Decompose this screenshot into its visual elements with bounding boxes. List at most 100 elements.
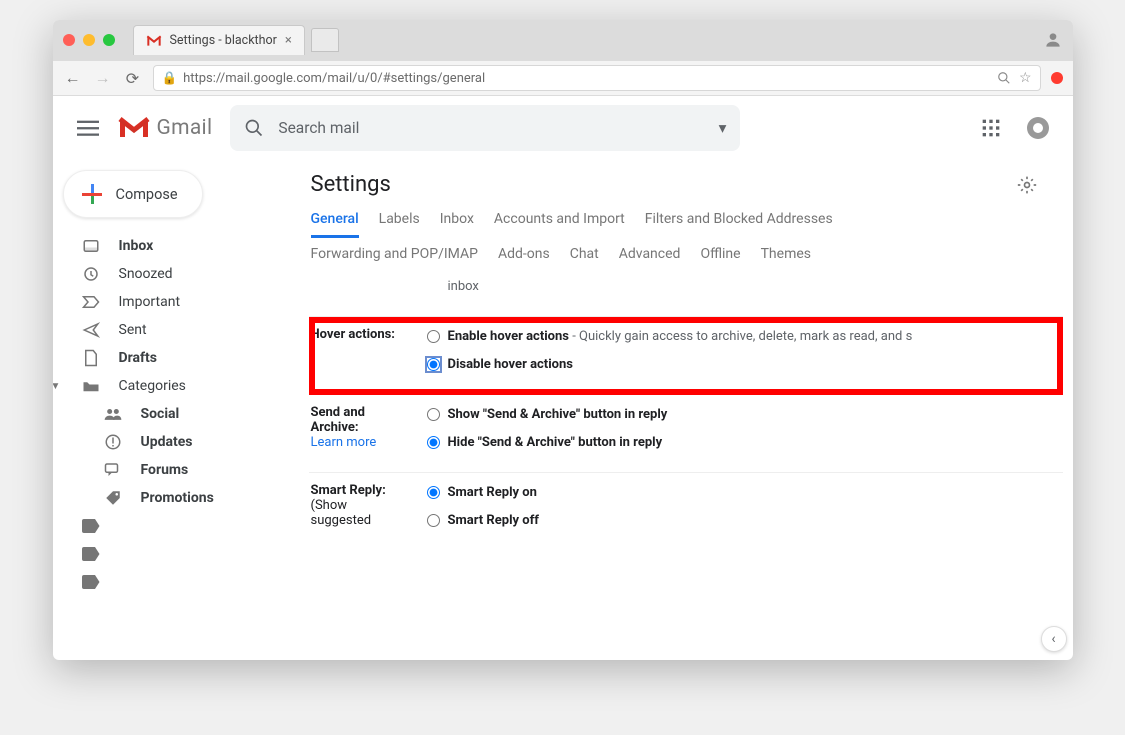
side-panel-toggle[interactable]: ‹	[1041, 626, 1067, 652]
profile-icon[interactable]	[1043, 30, 1063, 50]
tab-add-ons[interactable]: Add-ons	[498, 246, 550, 270]
maximize-window-button[interactable]	[103, 34, 115, 46]
sidebar-item-categories[interactable]: ▼ Categories	[63, 372, 301, 400]
plus-icon	[82, 184, 102, 204]
sidebar-item-important[interactable]: Important	[63, 288, 301, 316]
settings-content: x Suggest emails to follow up on - Sent …	[309, 272, 1063, 550]
updates-icon	[103, 432, 123, 452]
categories-icon	[81, 376, 101, 396]
tab-general[interactable]: General	[311, 211, 359, 238]
sidebar-item-forums[interactable]: Forums	[63, 456, 301, 484]
tab-accounts-import[interactable]: Accounts and Import	[494, 211, 625, 238]
gmail-header: Gmail Search mail ▾	[53, 96, 1073, 160]
sent-icon	[81, 320, 101, 340]
sidebar-item-snoozed[interactable]: Snoozed	[63, 260, 301, 288]
tab-title: Settings - blackthor	[170, 33, 277, 48]
label-hover-actions: Hover actions:	[311, 327, 407, 382]
tab-offline[interactable]: Offline	[700, 246, 740, 270]
tab-advanced[interactable]: Advanced	[619, 246, 681, 270]
bookmark-star-icon[interactable]: ☆	[1019, 70, 1032, 86]
zoom-icon[interactable]	[997, 71, 1011, 85]
menu-icon[interactable]	[77, 117, 99, 139]
browser-tab[interactable]: Settings - blackthor ×	[133, 25, 305, 55]
chevron-down-icon: ▼	[53, 381, 61, 392]
settings-tabs: General Labels Inbox Accounts and Import…	[309, 203, 1063, 278]
tab-themes[interactable]: Themes	[761, 246, 811, 270]
tab-forwarding-pop-imap[interactable]: Forwarding and POP/IMAP	[311, 246, 478, 270]
minimize-window-button[interactable]	[83, 34, 95, 46]
sidebar-item-promotions[interactable]: Promotions	[63, 484, 301, 512]
checkbox-suggest-followup[interactable]	[427, 272, 440, 273]
reload-button[interactable]: ⟳	[123, 69, 143, 88]
new-tab-button[interactable]	[311, 28, 339, 52]
tab-filters-blocked[interactable]: Filters and Blocked Addresses	[645, 211, 833, 238]
tab-labels[interactable]: Labels	[379, 211, 420, 238]
radio-hide-send-archive[interactable]	[427, 436, 440, 449]
inbox-icon	[81, 236, 101, 256]
radio-enable-hover[interactable]	[427, 330, 440, 343]
forums-icon	[103, 460, 123, 480]
search-options-dropdown-icon[interactable]: ▾	[719, 119, 727, 137]
url-text: https://mail.google.com/mail/u/0/#settin…	[183, 71, 485, 86]
sidebar-item-social[interactable]: Social	[63, 400, 301, 428]
compose-button[interactable]: Compose	[63, 170, 203, 218]
sidebar-item-label-3[interactable]	[63, 568, 301, 596]
search-icon	[244, 118, 264, 138]
search-bar[interactable]: Search mail ▾	[230, 105, 740, 151]
important-icon	[81, 292, 101, 312]
sidebar-label-updates: Updates	[141, 434, 193, 450]
section-smart-reply: Smart Reply: (Show suggested Smart Reply…	[309, 473, 1063, 550]
social-icon	[103, 404, 123, 424]
label-icon	[81, 516, 101, 536]
label-smart-reply-on: Smart Reply on	[448, 483, 537, 503]
sidebar-item-sent[interactable]: Sent	[63, 316, 301, 344]
sidebar-item-label-1[interactable]	[63, 512, 301, 540]
traffic-lights	[63, 34, 115, 46]
sidebar: Compose Inbox Snoozed Important Sent	[53, 160, 309, 660]
promotions-icon	[103, 488, 123, 508]
back-button[interactable]: ←	[63, 68, 83, 88]
close-window-button[interactable]	[63, 34, 75, 46]
forward-button[interactable]: →	[93, 68, 113, 88]
gmail-m-icon	[117, 115, 151, 141]
label-smart-reply-off: Smart Reply off	[448, 511, 539, 531]
label-enable-hover: Enable hover actions - Quickly gain acce…	[448, 327, 913, 347]
label-suggest-followup: Suggest emails to follow up on - Sent em…	[448, 272, 919, 296]
drafts-icon	[81, 348, 101, 368]
tab-chat[interactable]: Chat	[570, 246, 599, 270]
sidebar-item-label-2[interactable]	[63, 540, 301, 568]
section-send-archive: Send and Archive: Learn more Show "Send …	[309, 395, 1063, 473]
apps-grid-icon[interactable]	[981, 118, 1001, 138]
sidebar-label-snoozed: Snoozed	[119, 266, 173, 282]
radio-disable-hover[interactable]	[427, 358, 440, 371]
gmail-favicon	[146, 35, 162, 47]
link-learn-more[interactable]: Learn more	[311, 435, 377, 450]
clock-icon	[81, 264, 101, 284]
radio-smart-reply-off[interactable]	[427, 514, 440, 527]
sidebar-label-inbox: Inbox	[119, 238, 154, 254]
sidebar-label-important: Important	[119, 294, 181, 310]
search-placeholder: Search mail	[278, 119, 359, 137]
sidebar-item-inbox[interactable]: Inbox	[63, 232, 301, 260]
radio-show-send-archive[interactable]	[427, 408, 440, 421]
label-icon	[81, 572, 101, 592]
sidebar-label-forums: Forums	[141, 462, 189, 478]
tab-inbox[interactable]: Inbox	[440, 211, 474, 238]
compose-label: Compose	[116, 186, 178, 203]
lock-icon: 🔒	[162, 71, 178, 86]
browser-window: Settings - blackthor × ← → ⟳ 🔒 https://m…	[53, 20, 1073, 660]
extension-icon[interactable]	[1051, 72, 1063, 84]
sidebar-item-drafts[interactable]: Drafts	[63, 344, 301, 372]
address-bar[interactable]: 🔒 https://mail.google.com/mail/u/0/#sett…	[153, 65, 1041, 91]
label-icon	[81, 544, 101, 564]
titlebar: Settings - blackthor ×	[53, 20, 1073, 60]
close-tab-button[interactable]: ×	[285, 33, 292, 48]
gmail-brand-text: Gmail	[157, 116, 213, 140]
sidebar-item-updates[interactable]: Updates	[63, 428, 301, 456]
notifications-icon[interactable]	[1027, 117, 1049, 139]
label-send-archive: Send and Archive: Learn more	[311, 405, 407, 460]
label-hide-send-archive: Hide "Send & Archive" button in reply	[448, 433, 663, 453]
gmail-logo[interactable]: Gmail	[117, 115, 213, 141]
radio-smart-reply-on[interactable]	[427, 486, 440, 499]
gear-icon[interactable]	[1017, 175, 1037, 195]
